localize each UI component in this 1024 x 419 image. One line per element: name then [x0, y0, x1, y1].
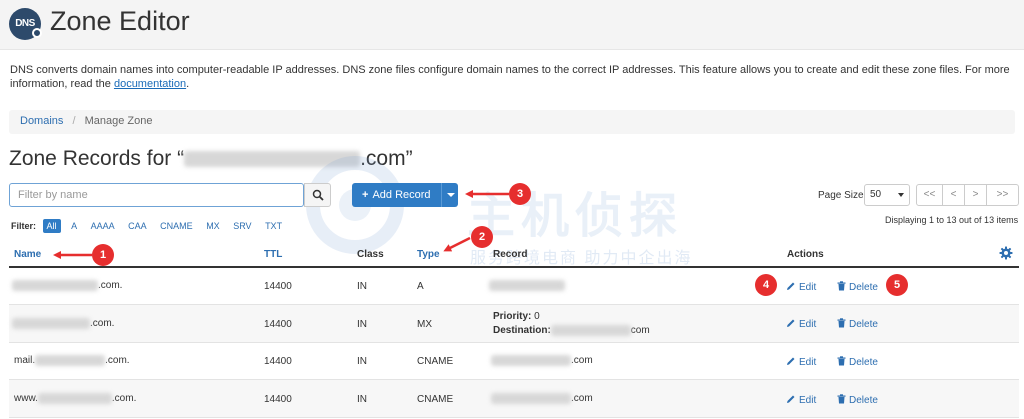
- type-filter: Filter: All A AAAA CAA CNAME MX SRV TXT: [11, 219, 293, 233]
- column-header-ttl[interactable]: TTL: [264, 249, 282, 260]
- plus-icon: +: [362, 189, 369, 201]
- gear-icon[interactable]: [999, 246, 1013, 260]
- arrow-to-type: [443, 236, 471, 252]
- record-type: MX: [417, 319, 432, 330]
- app-header: DNS Zone Editor: [0, 0, 1024, 50]
- column-header-class: Class: [357, 249, 384, 260]
- zone-records-title: Zone Records for “.com”: [9, 147, 413, 170]
- filter-all[interactable]: All: [42, 219, 61, 233]
- intro-text: DNS converts domain names into computer-…: [10, 64, 1010, 90]
- table-row: mail. .com. 14400 IN CNAME .com Edit Dele…: [9, 343, 1019, 380]
- logo-magnifier-icon: [32, 28, 42, 38]
- edit-button[interactable]: Edit: [786, 394, 816, 406]
- pencil-icon: [787, 282, 795, 290]
- column-header-type[interactable]: Type: [417, 249, 440, 260]
- annotation-badge-5: 5: [886, 274, 908, 296]
- record-value: .com: [491, 393, 593, 404]
- delete-button[interactable]: Delete: [837, 394, 878, 406]
- trash-icon: [837, 318, 846, 328]
- filter-aaaa[interactable]: AAAA: [91, 221, 115, 231]
- edit-button[interactable]: Edit: [786, 318, 816, 330]
- table-row: www. .com. 14400 IN CNAME .com Edit Delet…: [9, 380, 1019, 418]
- annotation-badge-2: 2: [471, 226, 493, 248]
- search-icon: [312, 189, 324, 201]
- blurred-domain: [184, 151, 361, 168]
- record-name: www. .com.: [14, 393, 137, 405]
- watermark-title: 主机侦探: [467, 190, 684, 243]
- page-size-label: Page Size: [818, 190, 864, 201]
- display-count: Displaying 1 to 13 out of 13 items: [885, 215, 1019, 225]
- record-ttl: 14400: [264, 394, 292, 405]
- record-name: mail. .com.: [14, 355, 130, 367]
- record-ttl: 14400: [264, 281, 292, 292]
- annotation-badge-4: 4: [755, 274, 777, 296]
- record-class: IN: [357, 394, 367, 405]
- delete-button[interactable]: Delete: [837, 281, 878, 293]
- record-class: IN: [357, 281, 367, 292]
- table-row: .com. 14400 IN A Edit Delete: [9, 268, 1019, 305]
- record-ttl: 14400: [264, 356, 292, 367]
- breadcrumb-domains[interactable]: Domains: [20, 115, 63, 127]
- record-type: CNAME: [417, 356, 454, 367]
- trash-icon: [837, 281, 846, 291]
- annotation-badge-1: 1: [92, 244, 114, 266]
- record-class: IN: [357, 319, 367, 330]
- filter-srv[interactable]: SRV: [233, 221, 251, 231]
- last-page-button[interactable]: >>: [986, 184, 1019, 206]
- pencil-icon: [787, 319, 795, 327]
- record-name: .com.: [12, 280, 122, 291]
- column-header-actions: Actions: [787, 249, 824, 260]
- search-button[interactable]: [304, 183, 331, 207]
- breadcrumb-manage-zone: Manage Zone: [84, 115, 153, 127]
- filter-by-name-input[interactable]: [9, 183, 304, 207]
- record-class: IN: [357, 356, 367, 367]
- edit-button[interactable]: Edit: [786, 356, 816, 368]
- documentation-link[interactable]: documentation: [114, 78, 186, 90]
- pencil-icon: [787, 395, 795, 403]
- page-size-select[interactable]: 50: [864, 184, 910, 206]
- record-type: CNAME: [417, 394, 454, 405]
- filter-cname[interactable]: CNAME: [160, 221, 193, 231]
- breadcrumb-separator: /: [72, 115, 76, 127]
- filter-mx[interactable]: MX: [206, 221, 220, 231]
- record-value: .com: [491, 355, 593, 366]
- edit-button[interactable]: Edit: [786, 281, 816, 293]
- delete-button[interactable]: Delete: [837, 356, 878, 368]
- first-page-button[interactable]: <<: [916, 184, 943, 206]
- filter-txt[interactable]: TXT: [265, 221, 282, 231]
- breadcrumb: Domains / Manage Zone: [9, 110, 1015, 134]
- add-record-button[interactable]: + Add Record: [352, 183, 441, 207]
- annotation-badge-3: 3: [509, 183, 531, 205]
- mx-priority: Priority: 0: [493, 311, 540, 322]
- mx-destination: Destination: com: [493, 325, 650, 337]
- column-header-name[interactable]: Name: [14, 249, 41, 260]
- table-row: .com. 14400 IN MX Priority: 0 Destinatio…: [9, 305, 1019, 343]
- pencil-icon: [787, 357, 795, 365]
- filter-caa[interactable]: CAA: [128, 221, 147, 231]
- record-name: .com.: [12, 318, 114, 329]
- filter-label: Filter:: [11, 221, 37, 231]
- record-ttl: 14400: [264, 319, 292, 330]
- next-page-button[interactable]: >: [964, 184, 987, 206]
- column-header-record: Record: [493, 249, 528, 260]
- filter-a[interactable]: A: [71, 221, 77, 231]
- delete-button[interactable]: Delete: [837, 318, 878, 330]
- record-type: A: [417, 281, 424, 292]
- record-value: [489, 280, 565, 291]
- add-record-dropdown-toggle[interactable]: [441, 183, 458, 207]
- app-title: Zone Editor: [50, 6, 190, 36]
- previous-page-button[interactable]: <: [942, 184, 965, 206]
- trash-icon: [837, 356, 846, 366]
- trash-icon: [837, 394, 846, 404]
